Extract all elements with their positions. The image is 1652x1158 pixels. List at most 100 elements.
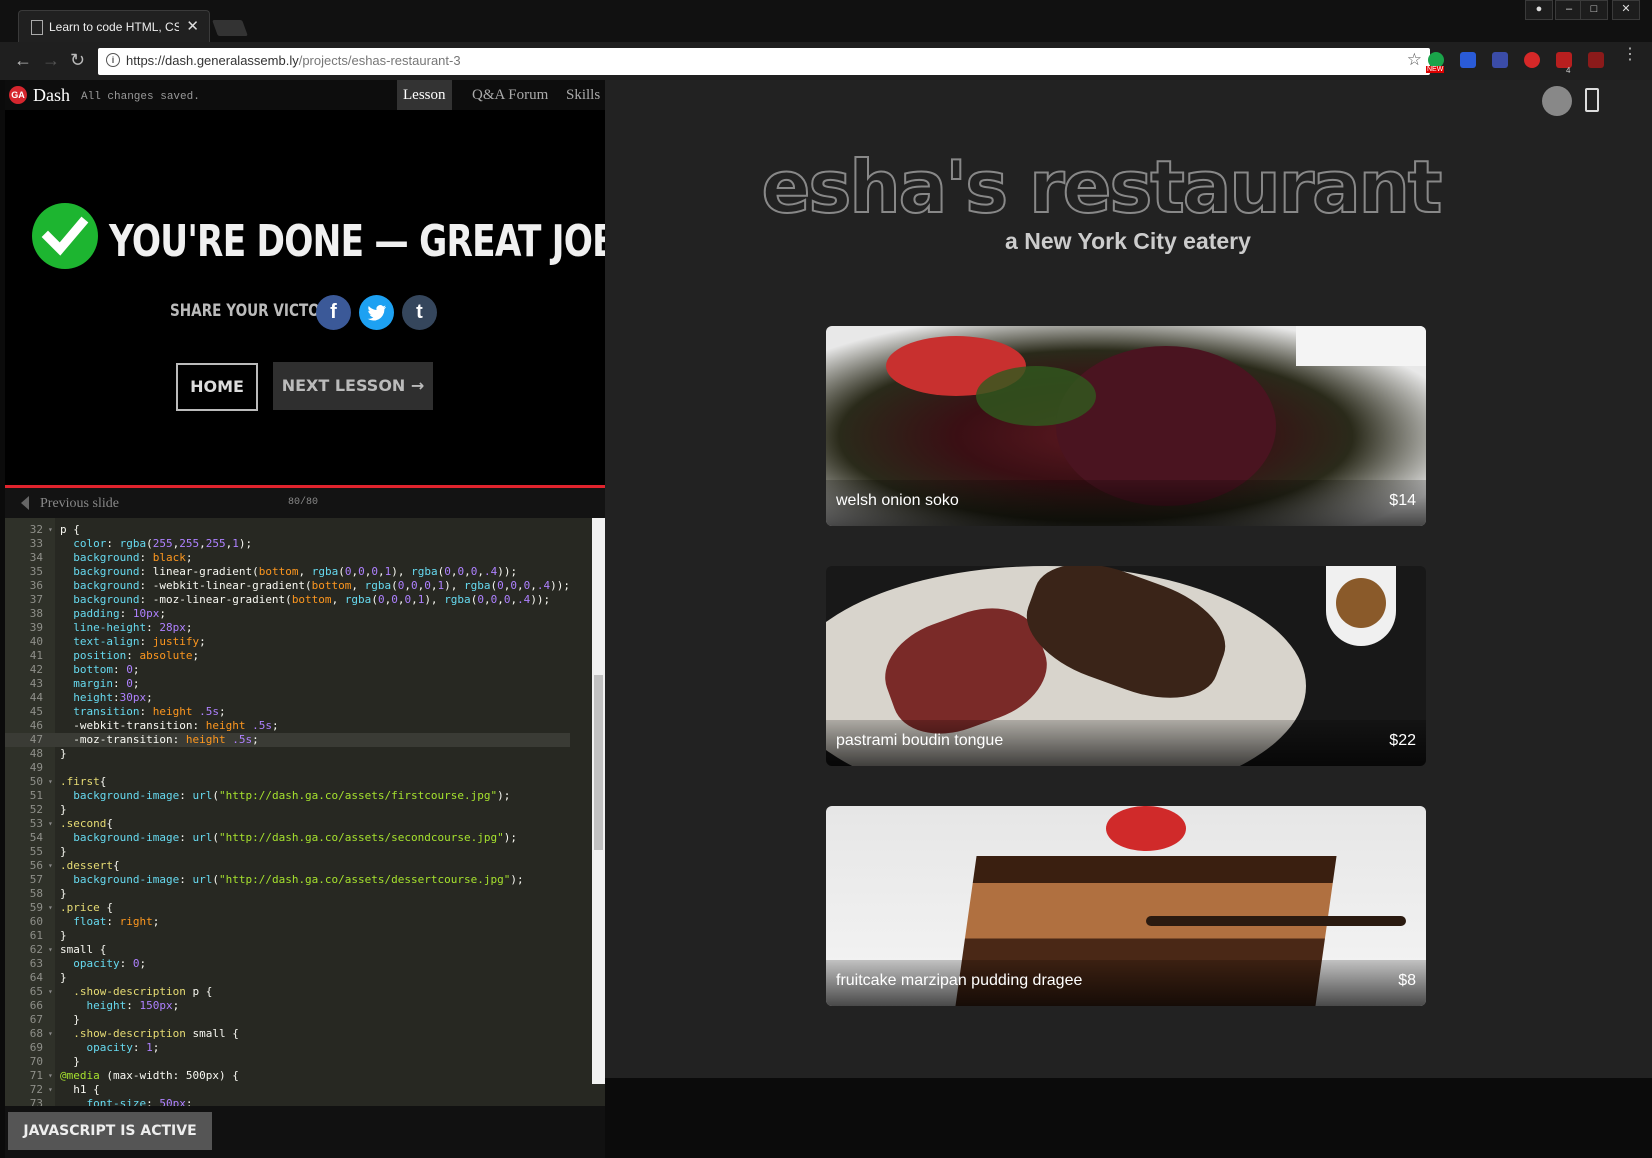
code-text[interactable]: } [60, 803, 67, 816]
code-line[interactable]: 65 ▾ .show-description p { [5, 985, 570, 999]
code-line[interactable]: 58} [5, 887, 570, 901]
code-line[interactable]: 34 background: black; [5, 551, 570, 565]
previous-slide-link[interactable]: Previous slide [40, 496, 119, 512]
code-line[interactable]: 60 float: right; [5, 915, 570, 929]
code-text[interactable]: .second{ [60, 817, 113, 830]
code-text[interactable]: .first{ [60, 775, 106, 788]
code-line[interactable]: 32 ▾ p { [5, 523, 570, 537]
code-text[interactable]: .dessert{ [60, 859, 120, 872]
bookmark-star-icon[interactable]: ☆ [1407, 50, 1422, 70]
code-line[interactable]: 42 bottom: 0; [5, 663, 570, 677]
code-text[interactable]: background-image: url("http://dash.ga.co… [60, 873, 523, 886]
code-text[interactable]: opacity: 1; [60, 1041, 160, 1054]
minimize-button[interactable]: – [1555, 0, 1583, 20]
code-line[interactable]: 68 ▾ .show-description small { [5, 1027, 570, 1041]
code-line[interactable]: 43 margin: 0; [5, 677, 570, 691]
fold-arrow-icon[interactable]: ▾ [48, 859, 53, 873]
code-text[interactable]: height: 150px; [60, 999, 180, 1012]
code-line[interactable]: 61} [5, 929, 570, 943]
course-card-first[interactable]: welsh onion soko $14 [826, 326, 1426, 526]
code-line[interactable]: 67 } [5, 1013, 570, 1027]
code-line[interactable]: 56 ▾ .dessert{ [5, 859, 570, 873]
editor-scroll-thumb[interactable] [594, 675, 603, 850]
code-text[interactable]: } [60, 1055, 80, 1068]
code-text[interactable]: background-image: url("http://dash.ga.co… [60, 789, 510, 802]
code-text[interactable]: } [60, 929, 67, 942]
profile-icon[interactable]: ● [1525, 0, 1553, 20]
code-text[interactable]: .show-description small { [60, 1027, 239, 1040]
code-line[interactable]: 45 transition: height .5s; [5, 705, 570, 719]
code-text[interactable]: h1 { [60, 1083, 100, 1096]
code-line[interactable]: 64} [5, 971, 570, 985]
code-text[interactable]: font-size: 50px; [60, 1097, 193, 1106]
code-line[interactable]: 47 -moz-transition: height .5s; [5, 733, 571, 747]
tab-qa-forum[interactable]: Q&A Forum [466, 80, 554, 110]
code-text[interactable]: opacity: 0; [60, 957, 146, 970]
code-text[interactable]: p { [60, 523, 80, 536]
code-line[interactable]: 46 -webkit-transition: height .5s; [5, 719, 570, 733]
code-text[interactable]: } [60, 887, 67, 900]
code-line[interactable]: 51 background-image: url("http://dash.ga… [5, 789, 570, 803]
code-text[interactable]: } [60, 971, 67, 984]
fold-arrow-icon[interactable]: ▾ [48, 985, 53, 999]
view-toggle-button[interactable] [1542, 86, 1572, 116]
extension-icon-blue[interactable] [1460, 52, 1476, 68]
code-text[interactable]: background: black; [60, 551, 192, 564]
code-text[interactable]: float: right; [60, 915, 159, 928]
tab-skills[interactable]: Skills [560, 80, 606, 110]
code-text[interactable]: small { [60, 943, 106, 956]
info-icon[interactable]: i [106, 53, 120, 67]
code-text[interactable]: bottom: 0; [60, 663, 139, 676]
code-text[interactable]: margin: 0; [60, 677, 139, 690]
fold-arrow-icon[interactable]: ▾ [48, 943, 53, 957]
code-line[interactable]: 50 ▾ .first{ [5, 775, 570, 789]
code-line[interactable]: 72 ▾ h1 { [5, 1083, 570, 1097]
code-text[interactable]: position: absolute; [60, 649, 199, 662]
browser-tab[interactable]: Learn to code HTML, CSS ✕ [18, 10, 210, 43]
window-close-button[interactable]: ✕ [1612, 0, 1640, 20]
course-card-dessert[interactable]: fruitcake marzipan pudding dragee $8 [826, 806, 1426, 1006]
code-text[interactable]: .price { [60, 901, 113, 914]
forward-icon[interactable]: → [42, 50, 60, 71]
code-text[interactable]: } [60, 747, 67, 760]
code-line[interactable]: 33 color: rgba(255,255,255,1); [5, 537, 570, 551]
address-bar[interactable]: i https://dash.generalassemb.ly/projects… [98, 48, 1430, 75]
mobile-view-icon[interactable] [1585, 88, 1599, 112]
extension-icon-dark[interactable] [1588, 52, 1604, 68]
code-text[interactable]: } [60, 1013, 80, 1026]
code-line[interactable]: 40 text-align: justify; [5, 635, 570, 649]
home-button[interactable]: HOME [176, 363, 258, 411]
code-text[interactable]: .show-description p { [60, 985, 212, 998]
code-text[interactable]: line-height: 28px; [60, 621, 192, 634]
fold-arrow-icon[interactable]: ▾ [48, 775, 53, 789]
fold-arrow-icon[interactable]: ▾ [48, 523, 53, 537]
code-line[interactable]: 44 height:30px; [5, 691, 570, 705]
code-text[interactable]: background: -moz-linear-gradient(bottom,… [60, 593, 550, 606]
code-line[interactable]: 66 height: 150px; [5, 999, 570, 1013]
browser-menu-icon[interactable]: ⋮ [1622, 47, 1638, 63]
code-text[interactable]: transition: height .5s; [60, 705, 225, 718]
code-text[interactable]: -webkit-transition: height .5s; [60, 719, 278, 732]
code-line[interactable]: 54 background-image: url("http://dash.ga… [5, 831, 570, 845]
code-line[interactable]: 62 ▾ small { [5, 943, 570, 957]
code-line[interactable]: 48} [5, 747, 570, 761]
reload-icon[interactable]: ↻ [70, 50, 85, 71]
course-card-second[interactable]: pastrami boudin tongue $22 [826, 566, 1426, 766]
code-text[interactable]: padding: 10px; [60, 607, 166, 620]
code-text[interactable]: } [60, 845, 67, 858]
facebook-icon[interactable]: f [316, 295, 351, 330]
code-line[interactable]: 38 padding: 10px; [5, 607, 570, 621]
close-icon[interactable]: ✕ [186, 17, 199, 35]
code-line[interactable]: 49 [5, 761, 570, 775]
fold-arrow-icon[interactable]: ▾ [48, 1069, 53, 1083]
code-line[interactable]: 35 background: linear-gradient(bottom, r… [5, 565, 570, 579]
fold-arrow-icon[interactable]: ▾ [48, 901, 53, 915]
twitter-icon[interactable] [359, 295, 394, 330]
javascript-active-button[interactable]: JAVASCRIPT IS ACTIVE [8, 1112, 212, 1150]
fold-arrow-icon[interactable]: ▾ [48, 1083, 53, 1097]
code-line[interactable]: 55} [5, 845, 570, 859]
tab-lesson[interactable]: Lesson [397, 80, 452, 110]
code-lines[interactable]: 32 ▾ p {33 color: rgba(255,255,255,1); 34 b… [5, 523, 571, 1106]
url-text[interactable]: https://dash.generalassemb.ly/projects/e… [126, 53, 461, 68]
code-line[interactable]: 53 ▾ .second{ [5, 817, 570, 831]
